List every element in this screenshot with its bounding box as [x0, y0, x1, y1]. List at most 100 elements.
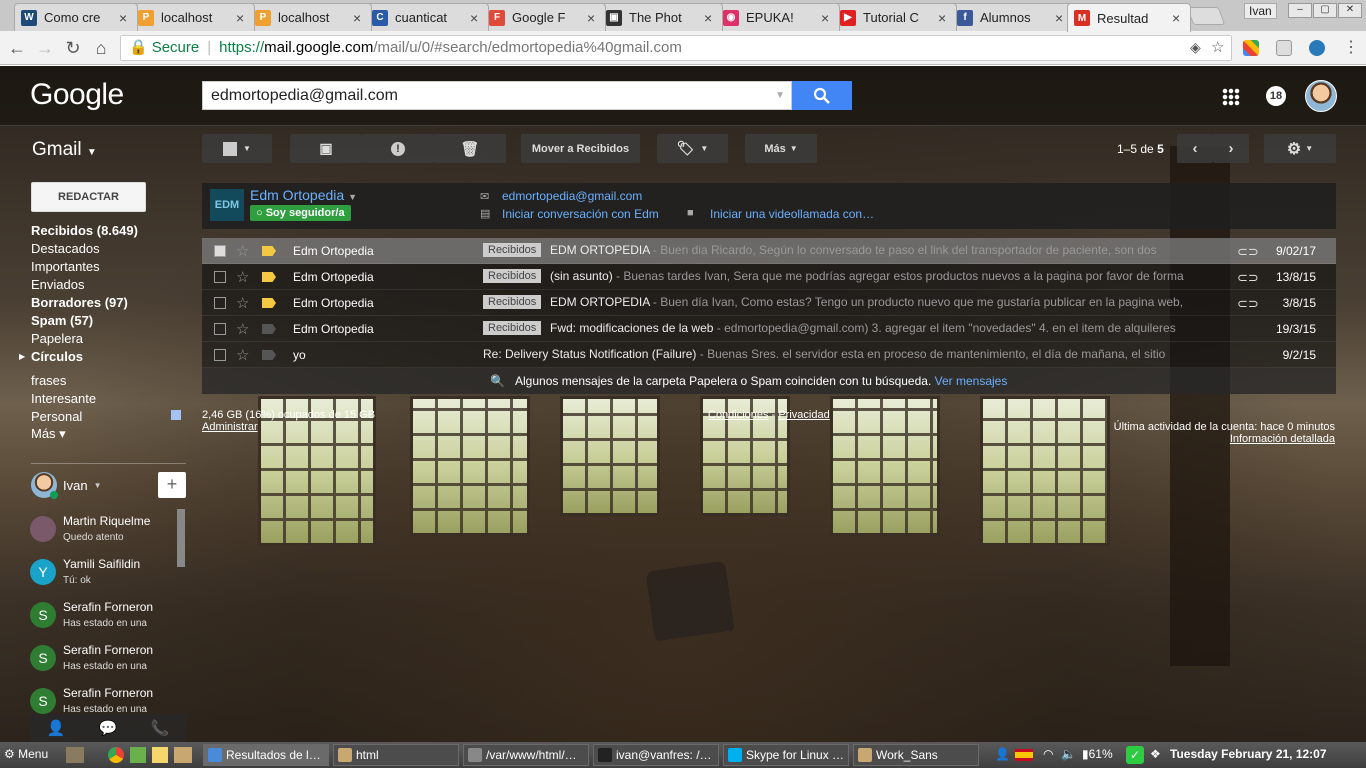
browser-tab[interactable]: F Google F × — [482, 3, 606, 31]
nav-folder-item[interactable]: Interesante — [31, 391, 96, 406]
delete-button[interactable]: 🗑 — [434, 134, 506, 163]
message-label-badge[interactable]: Recibidos — [483, 269, 542, 283]
taskbar-window-button[interactable]: Skype for Linux … — [723, 744, 849, 766]
app-launcher-icon[interactable] — [130, 747, 146, 763]
extension-google-icon[interactable] — [1243, 40, 1259, 56]
nav-folder-item[interactable]: Personal — [31, 409, 82, 424]
hangouts-contact[interactable]: S Serafin Forneron Has estado en una — [30, 643, 180, 683]
report-spam-button[interactable]: ! — [362, 134, 434, 163]
nav-folder-item[interactable]: Borradores (97) — [31, 295, 128, 310]
labels-button[interactable]: 🏷 ▼ — [657, 134, 728, 163]
file-manager-icon[interactable] — [66, 747, 84, 763]
older-page-button[interactable]: ‹ — [1177, 134, 1213, 163]
hangouts-contact[interactable]: Martin Riquelme Quedo atento — [30, 514, 180, 554]
keyboard-layout-flag-icon[interactable] — [1015, 749, 1033, 761]
nav-folder-item[interactable]: Papelera — [31, 331, 83, 346]
message-row[interactable]: ☆ yo Re: Delivery Status Notification (Fai… — [202, 342, 1336, 368]
activity-details-link[interactable]: Información detallada — [1230, 433, 1335, 445]
user-icon[interactable]: 👤 — [995, 747, 1010, 761]
message-row[interactable]: ☆ Edm Ortopedia Recibidos EDM ORTOPEDIA - B… — [202, 290, 1336, 316]
nav-folder-item[interactable]: frases — [31, 373, 66, 388]
row-checkbox[interactable] — [214, 297, 226, 309]
volume-icon[interactable]: 🔈 — [1061, 747, 1076, 761]
folder-icon[interactable] — [174, 747, 192, 763]
nav-folder-item[interactable]: Enviados — [31, 277, 84, 292]
nav-folder-item[interactable]: Importantes — [31, 259, 100, 274]
person-icon[interactable]: 👤 — [47, 719, 66, 737]
close-tab-icon[interactable]: × — [236, 10, 248, 26]
row-checkbox[interactable] — [214, 349, 226, 361]
importance-marker-icon[interactable] — [262, 272, 276, 282]
importance-marker-icon[interactable] — [262, 246, 276, 256]
label-color-swatch[interactable] — [171, 410, 181, 420]
nav-folder-item[interactable]: Destacados — [31, 241, 100, 256]
browser-tab[interactable]: W Como cre × — [14, 3, 138, 31]
taskbar-window-button[interactable]: Work_Sans — [853, 744, 979, 766]
account-avatar[interactable] — [1305, 80, 1337, 112]
browser-profile-button[interactable]: Ivan — [1244, 3, 1277, 19]
importance-marker-icon[interactable] — [262, 298, 276, 308]
menu-kebab-icon[interactable]: ⋮ — [1343, 37, 1359, 57]
phone-icon[interactable]: 📞 — [151, 719, 170, 737]
star-icon[interactable]: ☆ — [236, 268, 249, 286]
browser-tab[interactable]: Plocalhost × — [248, 3, 372, 31]
search-input[interactable]: edmortopedia@gmail.com ▼ — [202, 81, 792, 110]
view-messages-link[interactable]: Ver mensajes — [935, 374, 1008, 388]
search-button[interactable] — [792, 81, 852, 110]
taskbar-window-button[interactable]: Resultados de l… — [203, 744, 329, 766]
privacy-link[interactable]: Privacidad — [778, 409, 829, 421]
nav-folder-item[interactable]: Círculos — [31, 349, 83, 364]
extension-cube-icon[interactable] — [1276, 40, 1292, 56]
close-tab-icon[interactable]: × — [1055, 10, 1067, 26]
follow-badge[interactable]: ○ Soy seguidor/a — [250, 205, 351, 221]
importance-marker-icon[interactable] — [262, 350, 276, 360]
close-tab-icon[interactable]: × — [1172, 10, 1184, 26]
message-label-badge[interactable]: Recibidos — [483, 321, 542, 335]
close-tab-icon[interactable]: × — [119, 10, 131, 26]
move-to-inbox-button[interactable]: Mover a Recibidos — [521, 134, 640, 163]
update-check-icon[interactable]: ✓ — [1126, 746, 1144, 764]
back-icon[interactable]: ← — [6, 37, 28, 59]
star-icon[interactable]: ☆ — [236, 294, 249, 312]
manage-storage-link[interactable]: Administrar — [202, 421, 258, 433]
row-checkbox[interactable] — [214, 245, 226, 257]
browser-tab[interactable]: Ccuanticat × — [365, 3, 489, 31]
close-tab-icon[interactable]: × — [821, 10, 833, 26]
chrome-launcher-icon[interactable] — [108, 747, 124, 763]
clock[interactable]: Tuesday February 21, 12:07 — [1170, 747, 1327, 761]
star-icon[interactable]: ☆ — [236, 242, 249, 260]
more-button[interactable]: Más ▼ — [745, 134, 817, 163]
close-tab-icon[interactable]: × — [704, 10, 716, 26]
hangouts-chat-icon[interactable]: 💬 — [99, 719, 118, 737]
start-menu-button[interactable]: ⚙ Menu — [4, 747, 48, 761]
newer-page-button[interactable]: › — [1213, 134, 1249, 163]
browser-tab[interactable]: f Alumnos × — [950, 3, 1074, 31]
taskbar-window-button[interactable]: ivan@vanfres: /… — [593, 744, 719, 766]
contact-name[interactable]: Edm Ortopedia ▼ — [250, 187, 357, 203]
star-icon[interactable]: ☆ — [236, 346, 249, 364]
start-chat-link[interactable]: Iniciar conversación con Edm — [502, 207, 659, 221]
close-tab-icon[interactable]: × — [587, 10, 599, 26]
new-conversation-button[interactable]: + — [158, 472, 186, 498]
dropbox-icon[interactable]: ❖ — [1150, 747, 1161, 761]
close-window-icon[interactable]: ✕ — [1338, 3, 1362, 18]
compose-button[interactable]: REDACTAR — [31, 182, 146, 212]
search-options-icon[interactable]: ▼ — [775, 82, 785, 109]
nav-folder-item[interactable]: Recibidos (8.649) — [31, 223, 138, 238]
battery-indicator[interactable]: ▮61% — [1082, 747, 1113, 761]
browser-tab[interactable]: Plocalhost × — [131, 3, 255, 31]
notes-icon[interactable] — [152, 747, 168, 763]
star-icon[interactable]: ☆ — [236, 320, 249, 338]
message-label-badge[interactable]: Recibidos — [483, 295, 542, 309]
select-checkbox-button[interactable]: ▼ — [202, 134, 272, 163]
message-row[interactable]: ☆ Edm Ortopedia Recibidos EDM ORTOPEDIA - B… — [202, 238, 1336, 264]
row-checkbox[interactable] — [214, 323, 226, 335]
nav-folder-item[interactable]: Spam (57) — [31, 313, 93, 328]
contacts-scrollbar[interactable] — [177, 509, 185, 567]
google-logo[interactable]: Google — [30, 78, 124, 112]
taskbar-window-button[interactable]: html — [333, 744, 459, 766]
address-bar[interactable]: 🔒 Secure | https://mail.google.com/mail/u/0… — [120, 35, 1232, 61]
taskbar-window-button[interactable]: /var/www/html/… — [463, 744, 589, 766]
row-checkbox[interactable] — [214, 271, 226, 283]
message-label-badge[interactable]: Recibidos — [483, 243, 542, 257]
